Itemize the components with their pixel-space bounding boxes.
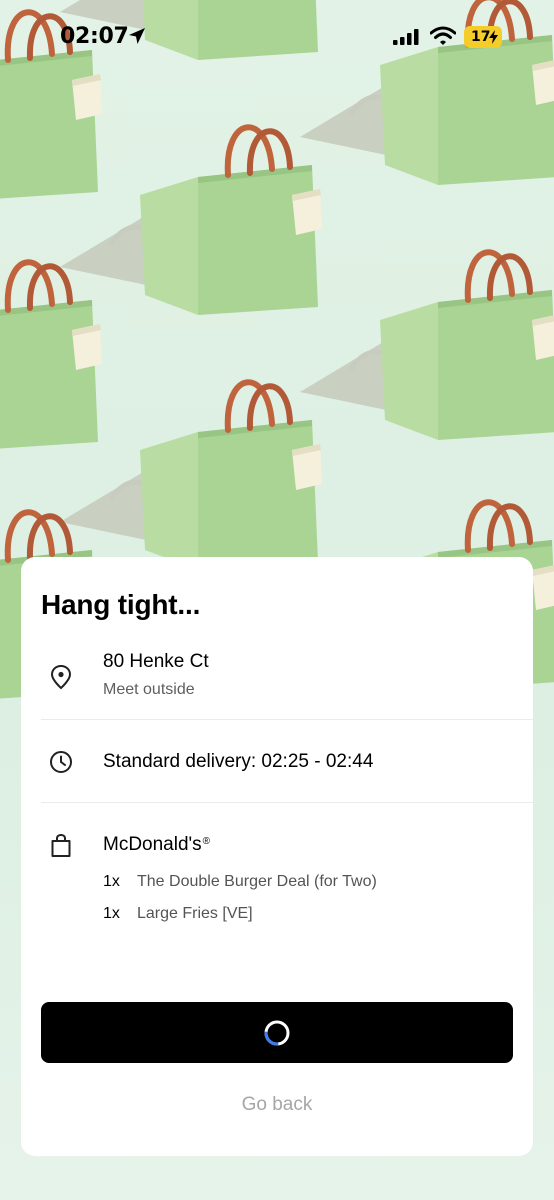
delivery-instructions: Meet outside [103, 681, 195, 698]
battery-indicator: 17 [464, 26, 502, 48]
delivery-address: 80 Henke Ct [103, 651, 209, 672]
battery-level: 17 [471, 29, 491, 45]
status-bar: 02:07 17 [0, 0, 554, 76]
status-time: 02:07 [60, 24, 129, 49]
item-name: The Double Burger Deal (for Two) [137, 873, 377, 890]
location-pin-icon [50, 664, 72, 690]
divider [41, 719, 533, 720]
item-quantity: 1x [103, 873, 120, 890]
charging-bolt-icon [489, 30, 498, 44]
clock-icon [50, 751, 72, 773]
page-title: Hang tight... [41, 589, 201, 620]
order-status-sheet: Hang tight... 80 Henke Ct Meet outside S… [21, 557, 533, 1156]
delivery-window: Standard delivery: 02:25 - 02:44 [103, 751, 374, 772]
loading-spinner-icon [264, 1020, 290, 1046]
wifi-icon [430, 26, 456, 45]
cellular-signal-icon [393, 29, 419, 45]
divider [41, 802, 533, 803]
shopping-bag-icon [51, 833, 71, 857]
order-item: 1x Large Fries [VE] [103, 905, 253, 923]
store-name: McDonald's® [103, 834, 210, 856]
order-item: 1x The Double Burger Deal (for Two) [103, 873, 377, 891]
location-arrow-icon [129, 28, 145, 44]
go-back-button[interactable]: Go back [21, 1094, 533, 1116]
store-name-text: McDonald's [103, 834, 202, 855]
item-quantity: 1x [103, 905, 120, 922]
registered-mark: ® [202, 836, 211, 847]
place-order-button[interactable] [41, 1002, 513, 1063]
item-name: Large Fries [VE] [137, 905, 253, 922]
